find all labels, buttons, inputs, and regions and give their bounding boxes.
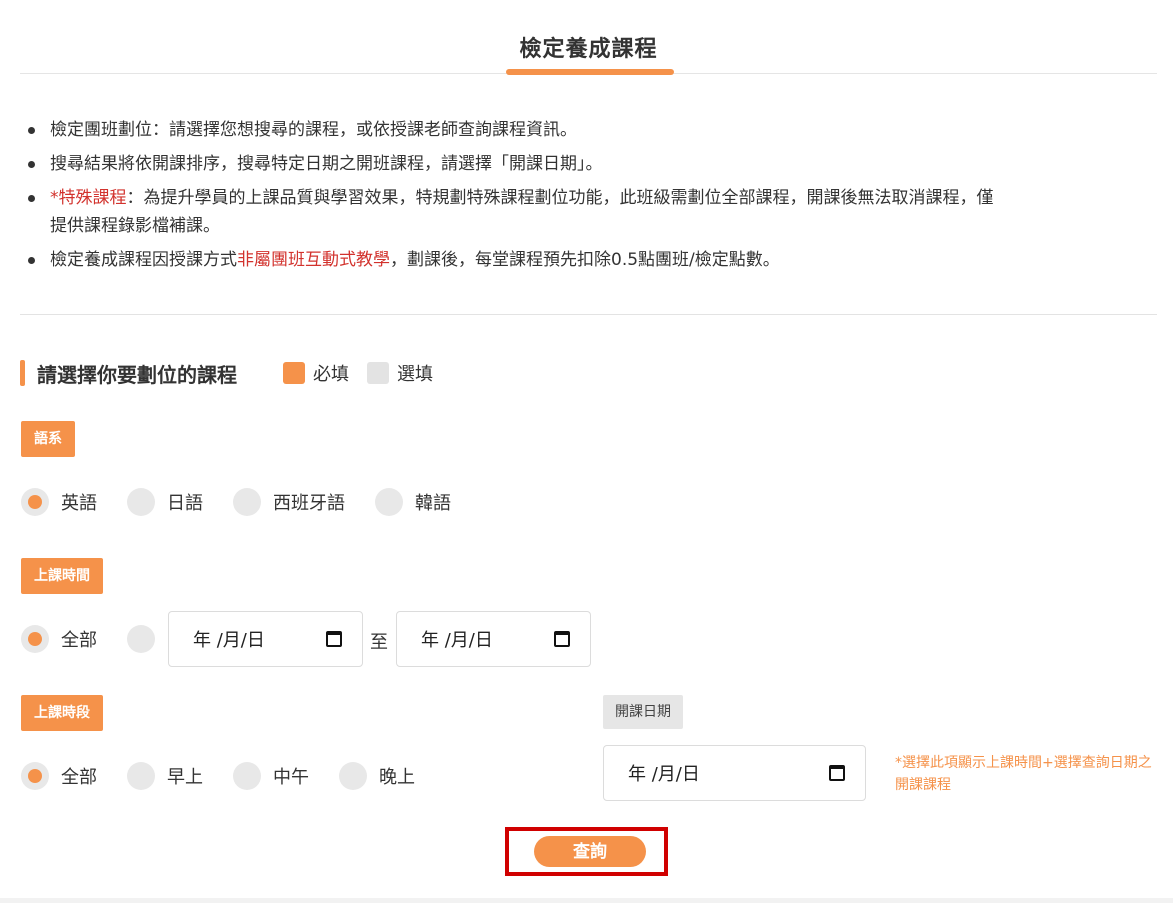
- radio-circle[interactable]: [375, 488, 403, 516]
- title-underline: [506, 69, 674, 75]
- note-item: 搜尋結果將依開課排序，搜尋特定日期之開班課程，請選擇「開課日期」。: [28, 150, 1008, 178]
- calendar-icon[interactable]: [326, 631, 342, 647]
- class-period-option-evening[interactable]: 晚上: [339, 762, 415, 790]
- page-header: 檢定養成課程: [20, 0, 1157, 75]
- radio-circle[interactable]: [127, 488, 155, 516]
- legend-required-label: 必填: [313, 364, 349, 385]
- language-option-korean[interactable]: 韓語: [375, 488, 451, 516]
- calendar-icon[interactable]: [829, 765, 845, 781]
- note-item: 檢定養成課程因授課方式非屬團班互動式教學，劃課後，每堂課程預先扣除0.5點團班/…: [28, 246, 1008, 274]
- section-accent-bar: [20, 360, 25, 386]
- legend: 必填 選填: [283, 360, 433, 386]
- section-divider: [20, 314, 1157, 315]
- language-radio-group: 英語 日語 西班牙語 韓語: [21, 487, 481, 517]
- section-heading: 請選擇你要劃位的課程 必填 選填: [20, 358, 433, 388]
- date-from-input[interactable]: 年 /月/日: [168, 611, 363, 667]
- legend-optional-label: 選填: [397, 364, 433, 385]
- language-option-spanish[interactable]: 西班牙語: [233, 488, 345, 516]
- radio-circle[interactable]: [233, 488, 261, 516]
- language-option-japanese[interactable]: 日語: [127, 488, 203, 516]
- date-to-input[interactable]: 年 /月/日: [396, 611, 591, 667]
- class-time-option-range[interactable]: [127, 625, 167, 653]
- class-time-option-all[interactable]: 全部: [21, 625, 97, 653]
- language-option-english[interactable]: 英語: [21, 488, 97, 516]
- radio-circle[interactable]: [127, 762, 155, 790]
- class-period-radio-group: 全部 早上 中午 晚上: [21, 761, 445, 791]
- query-button[interactable]: 查詢: [534, 836, 646, 867]
- note-item: 檢定團班劃位：請選擇您想搜尋的課程，或依授課老師查詢課程資訊。: [28, 116, 1008, 144]
- class-period-tag: 上課時段: [21, 695, 103, 731]
- open-date-input[interactable]: 年 /月/日: [603, 745, 866, 801]
- class-period-option-morning[interactable]: 早上: [127, 762, 203, 790]
- date-range-separator: 至: [370, 632, 388, 653]
- radio-circle[interactable]: [21, 488, 49, 516]
- class-time-tag: 上課時間: [21, 558, 103, 594]
- footer-divider: [0, 898, 1173, 903]
- class-period-option-all[interactable]: 全部: [21, 762, 97, 790]
- note-item: *特殊課程：為提升學員的上課品質與學習效果，特規劃特殊課程劃位功能，此班級需劃位…: [28, 184, 1008, 240]
- radio-circle[interactable]: [21, 625, 49, 653]
- required-swatch: [283, 362, 305, 384]
- page-title: 檢定養成課程: [519, 37, 658, 62]
- radio-circle[interactable]: [339, 762, 367, 790]
- section-title: 請選擇你要劃位的課程: [37, 362, 237, 387]
- radio-circle[interactable]: [21, 762, 49, 790]
- radio-circle[interactable]: [127, 625, 155, 653]
- notes-list: 檢定團班劃位：請選擇您想搜尋的課程，或依授課老師查詢課程資訊。 搜尋結果將依開課…: [28, 116, 1008, 280]
- class-period-option-noon[interactable]: 中午: [233, 762, 309, 790]
- open-date-hint: *選擇此項顯示上課時間+選擇查詢日期之開課課程: [895, 755, 1152, 793]
- language-tag: 語系: [21, 421, 75, 457]
- calendar-icon[interactable]: [554, 631, 570, 647]
- open-date-tag: 開課日期: [603, 695, 683, 729]
- non-interactive-label: 非屬團班互動式教學: [237, 250, 390, 270]
- optional-swatch: [367, 362, 389, 384]
- special-course-label: *特殊課程: [50, 188, 127, 208]
- radio-circle[interactable]: [233, 762, 261, 790]
